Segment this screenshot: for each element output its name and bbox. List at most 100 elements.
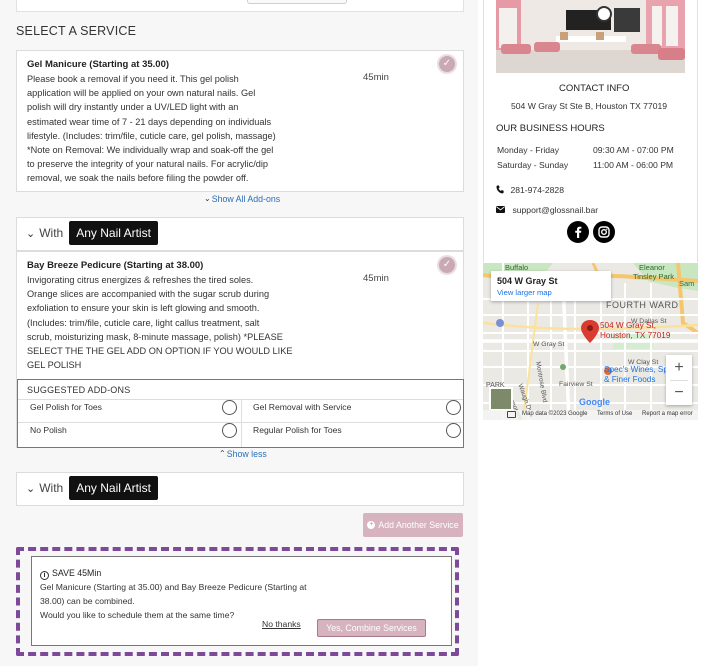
map-label: Sam bbox=[679, 279, 695, 288]
hours-time: 09:30 AM - 07:00 PM bbox=[593, 145, 674, 155]
plus-circle-icon: + bbox=[367, 521, 376, 529]
map-label: Fairview St bbox=[559, 381, 593, 388]
terms-of-use-link[interactable]: Terms of Use bbox=[597, 411, 632, 417]
pin-label-line: 504 W Gray St, bbox=[600, 321, 656, 330]
description-line: exfoliation to ensure your skin is left … bbox=[27, 303, 260, 314]
report-map-error-link[interactable]: Report a map error bbox=[642, 411, 693, 417]
description-line: application will be applied on your own … bbox=[27, 88, 256, 99]
zoom-in-button[interactable]: + bbox=[666, 355, 692, 380]
addon-label: Gel Polish for Toes bbox=[30, 402, 102, 412]
artist-select-button[interactable]: Any Nail Artist bbox=[69, 476, 158, 500]
service-description: Please book a removal if you need it. Th… bbox=[27, 72, 357, 186]
section-title: SELECT A SERVICE bbox=[16, 24, 137, 38]
facebook-glyph bbox=[575, 226, 582, 238]
artist-select-button[interactable]: Any Nail Artist bbox=[69, 221, 158, 245]
keyboard-icon[interactable] bbox=[507, 411, 516, 418]
add-service-label: Add Another Service bbox=[378, 520, 459, 530]
view-larger-map-link[interactable]: View larger map bbox=[497, 288, 552, 297]
message-line: 38.00) can be combined. bbox=[40, 596, 135, 606]
info-icon: i bbox=[40, 571, 49, 580]
pin-label-line: Houston, TX 77019 bbox=[600, 331, 671, 340]
with-label: With bbox=[39, 481, 64, 495]
email-row[interactable]: support@glossnail.bar bbox=[496, 200, 598, 218]
show-less-label: Show less bbox=[226, 449, 267, 459]
description-line: lifestyle. (Includes: trim/file, cuticle… bbox=[27, 130, 276, 141]
service-description: Invigorating citrus energizes & refreshe… bbox=[27, 273, 357, 372]
instagram-icon[interactable] bbox=[593, 221, 615, 243]
chevron-down-icon: ⌄ bbox=[204, 194, 211, 203]
email-address: support@glossnail.bar bbox=[512, 205, 599, 215]
description-line: estimated wear time of 7 - 21 days depen… bbox=[27, 116, 272, 127]
save-title: SAVE 45Min bbox=[52, 568, 102, 578]
street-view-thumbnail[interactable] bbox=[489, 387, 513, 411]
zoom-out-button[interactable]: − bbox=[666, 380, 692, 405]
description-line: Please book a removal if you need it. Th… bbox=[27, 74, 239, 84]
service-name: Gel Manicure (Starting at 35.00) bbox=[27, 59, 170, 70]
map-place-name: 504 W Gray St bbox=[497, 276, 558, 286]
chevron-up-icon: ⌃ bbox=[219, 449, 226, 458]
map-label: Buffalo bbox=[505, 263, 529, 272]
addon-radio-gel-removal[interactable] bbox=[446, 400, 461, 415]
instagram-glyph bbox=[598, 226, 610, 238]
description-line: removal, we soak the nails before filing… bbox=[27, 173, 249, 184]
addon-radio-gel-polish-toes[interactable] bbox=[222, 400, 237, 415]
guests-row bbox=[16, 0, 464, 12]
map-label: W Gray St bbox=[533, 341, 565, 348]
salon-photo bbox=[496, 0, 685, 73]
description-line: Orange slices are accompanied with the s… bbox=[27, 289, 270, 300]
no-thanks-link[interactable]: No thanks bbox=[262, 619, 301, 629]
business-hours-title: OUR BUSINESS HOURS bbox=[496, 123, 605, 134]
show-all-addons-label: Show All Add-ons bbox=[211, 194, 281, 204]
selected-check-icon[interactable]: ✓ bbox=[439, 56, 455, 72]
map-label: Tinsley Park bbox=[633, 272, 674, 281]
google-map[interactable]: 504 W Gray St View larger map Buffalo El… bbox=[483, 263, 698, 420]
add-another-service-button[interactable]: + Add Another Service bbox=[363, 513, 463, 537]
hours-time: 11:00 AM - 06:00 PM bbox=[593, 160, 674, 170]
phone-icon bbox=[496, 185, 504, 194]
artist-selector: ⌄ With Any Nail Artist bbox=[26, 221, 158, 245]
service-info: Bay Breeze Pedicure (Starting at 38.00) … bbox=[27, 260, 357, 372]
description-line: GEL POLISH bbox=[27, 360, 82, 371]
map-label: Eleanor bbox=[639, 263, 665, 272]
zoom-controls: + − bbox=[666, 355, 692, 405]
show-all-addons-link[interactable]: ⌄Show All Add-ons bbox=[204, 194, 280, 204]
description-line: (Includes: trim/file, cuticle care, ligh… bbox=[27, 317, 260, 328]
service-name: Bay Breeze Pedicure (Starting at 38.00) bbox=[27, 260, 204, 271]
description-line: to preserve the integrity of your natura… bbox=[27, 159, 269, 170]
description-line: Invigorating citrus energizes & refreshe… bbox=[27, 275, 254, 285]
combine-services-button[interactable]: Yes, Combine Services bbox=[317, 619, 426, 637]
addon-radio-regular-polish-toes[interactable] bbox=[446, 423, 461, 438]
addon-label: No Polish bbox=[30, 425, 67, 435]
map-pin-label: 504 W Gray St, Houston, TX 77019 bbox=[600, 321, 670, 341]
chevron-down-icon[interactable]: ⌄ bbox=[26, 227, 35, 240]
phone-row[interactable]: 281-974-2828 bbox=[496, 180, 564, 198]
addon-label: Gel Removal with Service bbox=[253, 402, 352, 412]
chevron-down-icon[interactable]: ⌄ bbox=[26, 482, 35, 495]
description-line: scrub, moisturizing mask, 8-minute massa… bbox=[27, 331, 283, 342]
save-title-row: i SAVE 45Min bbox=[40, 568, 101, 580]
guests-select[interactable] bbox=[247, 0, 347, 4]
description-line: polish will dry instantly under a UV/LED… bbox=[27, 102, 239, 113]
phone-number: 281-974-2828 bbox=[510, 185, 564, 195]
selected-check-icon[interactable]: ✓ bbox=[439, 257, 455, 273]
hours-days: Monday - Friday bbox=[497, 145, 560, 155]
map-label: FOURTH WARD bbox=[606, 300, 679, 310]
artist-selector: ⌄ With Any Nail Artist bbox=[26, 476, 158, 500]
description-line: SELECT THE THE GEL ADD ON OPTION IF YOU … bbox=[27, 346, 293, 357]
show-less-link[interactable]: ⌃Show less bbox=[219, 449, 267, 459]
hours-days: Saturday - Sunday bbox=[497, 160, 569, 170]
service-info: Gel Manicure (Starting at 35.00) Please … bbox=[27, 59, 357, 186]
with-label: With bbox=[39, 226, 64, 240]
addon-label: Regular Polish for Toes bbox=[253, 425, 342, 435]
map-attribution: Map data ©2023 Google bbox=[522, 411, 588, 417]
facebook-icon[interactable] bbox=[567, 221, 589, 243]
combine-message: Gel Manicure (Starting at 35.00) and Bay… bbox=[40, 580, 330, 622]
contact-info-title: CONTACT INFO bbox=[559, 83, 630, 94]
service-duration: 45min bbox=[363, 72, 389, 83]
description-line: *Note on Removal: We individually wrap a… bbox=[27, 145, 274, 156]
addon-radio-no-polish[interactable] bbox=[222, 423, 237, 438]
envelope-icon bbox=[496, 206, 505, 213]
google-logo: Google bbox=[579, 397, 610, 407]
service-duration: 45min bbox=[363, 273, 389, 284]
suggested-addons-heading: SUGGESTED ADD-ONS bbox=[27, 385, 131, 395]
